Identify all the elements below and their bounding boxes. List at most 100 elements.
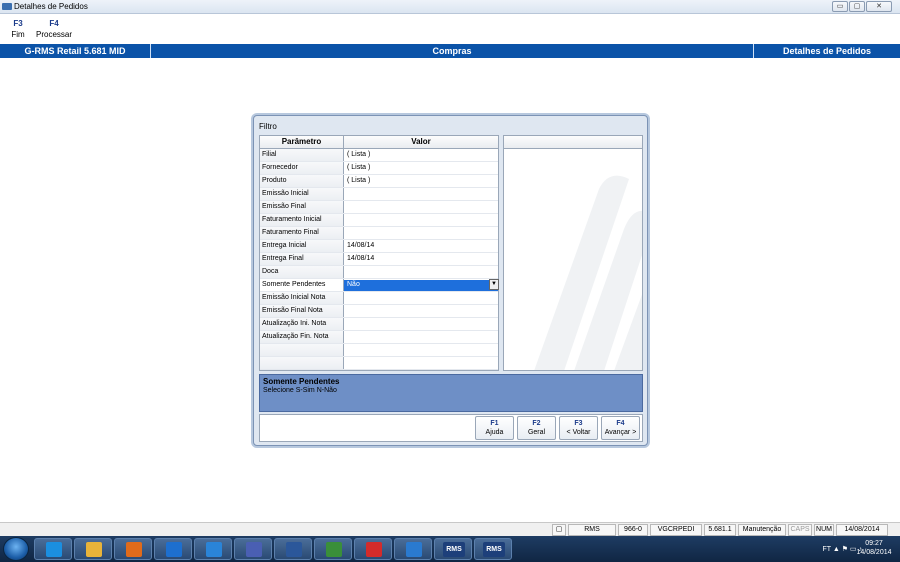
tray-indicator: FT ▲ ⚑ ▭ ♪	[822, 546, 862, 553]
grid-row[interactable]	[260, 357, 498, 370]
taskbar-app-media[interactable]: Media	[114, 538, 152, 560]
grid-row[interactable]: Entrega Final 14/08/14	[260, 253, 498, 266]
taskbar-app-outlook[interactable]: Outlook	[154, 538, 192, 560]
value-cell[interactable]	[344, 201, 498, 213]
value-text: Não	[347, 281, 360, 288]
param-cell: Doca	[260, 266, 344, 278]
taskbar-app-explorer[interactable]: Explorer	[74, 538, 112, 560]
button-key: F3	[574, 420, 583, 427]
processar-button[interactable]: F4 Processar	[36, 19, 72, 39]
value-cell[interactable]: 14/08/14	[344, 253, 498, 265]
grid-row[interactable]: Emissão Final Nota	[260, 305, 498, 318]
taskbar-app-rms[interactable]: RMS	[434, 538, 472, 560]
value-cell[interactable]	[344, 227, 498, 239]
grid-header: Parâmetro Valor	[260, 136, 498, 149]
fkey-label: F4	[49, 19, 59, 28]
grid-row[interactable]: Emissão Inicial Nota	[260, 292, 498, 305]
rms-icon: RMS	[443, 542, 465, 557]
status-caps: CAPS	[788, 524, 812, 536]
fim-button[interactable]: F3 Fim	[8, 19, 28, 39]
taskbar-app-pdf[interactable]: PDF	[354, 538, 392, 560]
value-cell[interactable]	[344, 214, 498, 226]
taskbar-app-ie[interactable]: IE	[34, 538, 72, 560]
grid-row[interactable]: Somente Pendentes Não ▼	[260, 279, 499, 292]
app-icon	[2, 3, 12, 10]
dialog-title: Filtro	[259, 122, 277, 131]
value-cell[interactable]	[344, 344, 498, 356]
somente-pendentes-select[interactable]: Não ▼	[344, 279, 499, 291]
grid-row[interactable]: Fornecedor( Lista )	[260, 162, 498, 175]
grid-row[interactable]: Atualização Fin. Nota	[260, 331, 498, 344]
rms-icon: RMS	[483, 542, 505, 557]
minimize-button[interactable]: ▭	[832, 1, 848, 12]
param-cell: Emissão Inicial	[260, 188, 344, 200]
avancar-button[interactable]: F4 Avançar >	[601, 416, 640, 440]
fkey-label: F3	[13, 19, 23, 28]
param-cell: Emissão Final Nota	[260, 305, 344, 317]
value-cell[interactable]	[344, 318, 498, 330]
button-label: Geral	[527, 429, 546, 436]
taskbar-app-rms[interactable]: RMS	[474, 538, 512, 560]
parameter-grid: Parâmetro Valor Filial( Lista ) Fornecedo…	[259, 135, 499, 371]
window-controls: ▭ ▢ ✕	[832, 1, 892, 12]
outlook-icon: Outlook	[166, 542, 182, 557]
value-cell[interactable]: ( Lista )	[344, 175, 498, 187]
param-cell: Atualização Fin. Nota	[260, 331, 344, 343]
geral-button[interactable]: F2 Geral	[517, 416, 556, 440]
taskbar-app-word[interactable]: Word	[274, 538, 312, 560]
value-cell[interactable]	[344, 266, 498, 278]
module-header: G-RMS Retail 5.681 MID Compras Detalhes …	[0, 44, 900, 58]
clock-time: 09:27	[865, 540, 883, 547]
param-cell: Faturamento Inicial	[260, 214, 344, 226]
clock[interactable]: 09:27 14/08/2014	[854, 539, 894, 557]
button-label: Ajuda	[485, 429, 504, 436]
net-icon: Net	[406, 542, 422, 557]
maximize-button[interactable]: ▢	[849, 1, 865, 12]
button-label: < Voltar	[566, 429, 591, 436]
param-cell: Emissão Final	[260, 201, 344, 213]
taskbar-app-lync[interactable]: Lync	[194, 538, 232, 560]
chevron-down-icon[interactable]: ▼	[489, 279, 499, 290]
status-date: 14/08/2014	[836, 524, 888, 536]
tray-text: FT	[822, 546, 831, 553]
grid-row[interactable]: Produto( Lista )	[260, 175, 498, 188]
page-icon: ▢	[552, 524, 566, 536]
grid-row[interactable]: Faturamento Final	[260, 227, 498, 240]
grid-row[interactable]: Emissão Final	[260, 201, 498, 214]
value-cell[interactable]: 14/08/14	[344, 240, 498, 252]
grid-row[interactable]	[260, 344, 498, 357]
ajuda-button[interactable]: F1 Ajuda	[475, 416, 514, 440]
button-label: Avançar >	[604, 429, 637, 436]
grid-row[interactable]: Emissão Inicial	[260, 188, 498, 201]
word-icon: Word	[286, 542, 302, 557]
value-cell[interactable]	[344, 357, 498, 369]
preview-panel	[503, 135, 643, 371]
help-description: Selecione S-Sim N-Não	[263, 387, 337, 394]
value-cell[interactable]: ( Lista )	[344, 162, 498, 174]
status-mode: Manutenção	[738, 524, 786, 536]
param-cell: Fornecedor	[260, 162, 344, 174]
grid-row[interactable]: Doca	[260, 266, 498, 279]
voltar-button[interactable]: F3 < Voltar	[559, 416, 598, 440]
value-cell[interactable]: ( Lista )	[344, 149, 498, 161]
start-button[interactable]	[3, 537, 29, 561]
grid-row[interactable]: Atualização Ini. Nota	[260, 318, 498, 331]
taskbar-app-app[interactable]: App	[234, 538, 272, 560]
param-cell: Produto	[260, 175, 344, 187]
status-version: 5.681.1	[704, 524, 736, 536]
value-cell[interactable]	[344, 331, 498, 343]
status-bar: ▢ RMS 966-0 VGCRPEDI 5.681.1 Manutenção …	[0, 522, 900, 536]
status-company: 966-0	[618, 524, 648, 536]
status-num: NUM	[814, 524, 834, 536]
value-cell[interactable]	[344, 188, 498, 200]
value-cell[interactable]	[344, 305, 498, 317]
close-button[interactable]: ✕	[866, 1, 892, 12]
taskbar-app-tool[interactable]: Tool	[314, 538, 352, 560]
button-key: F4	[616, 420, 625, 427]
grid-row[interactable]: Entrega Inicial 14/08/14	[260, 240, 498, 253]
taskbar-app-net[interactable]: Net	[394, 538, 432, 560]
param-cell: Faturamento Final	[260, 227, 344, 239]
value-cell[interactable]	[344, 292, 498, 304]
grid-row[interactable]: Faturamento Inicial	[260, 214, 498, 227]
grid-row[interactable]: Filial( Lista )	[260, 149, 498, 162]
